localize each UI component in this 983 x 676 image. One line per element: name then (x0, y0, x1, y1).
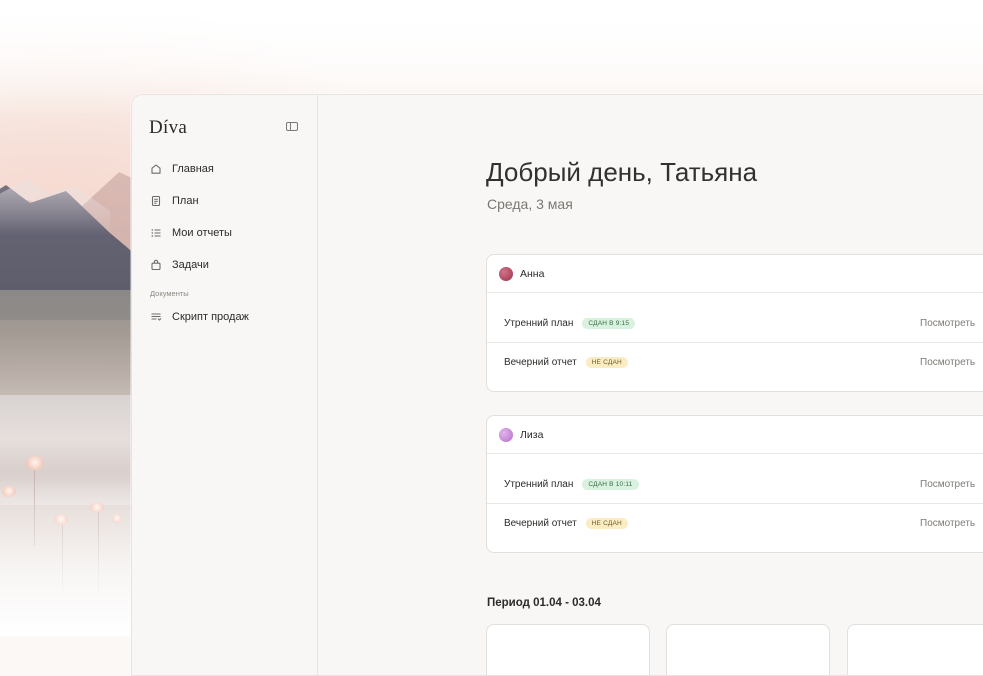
sidebar-item-tasks[interactable]: Задачи (132, 249, 317, 281)
report-label: Утренний план (504, 478, 574, 490)
report-row: Утренний план СДАН В 10:11 Посмотреть (487, 465, 983, 503)
report-row: Вечерний отчет НЕ СДАН Посмотреть (487, 503, 983, 542)
person-card-header: Анна (487, 255, 983, 293)
list-icon (150, 227, 162, 239)
document-icon (150, 195, 162, 207)
stat-card (847, 624, 983, 675)
main-content: Добрый день, Татьяна Среда, 3 мая Анна У… (318, 95, 983, 675)
sidebar-item-label: Скрипт продаж (172, 311, 249, 323)
brand-logo: Díva (149, 117, 188, 138)
report-row: Вечерний отчет НЕ СДАН Посмотреть (487, 342, 983, 381)
status-badge: НЕ СДАН (585, 517, 628, 529)
current-date: Среда, 3 мая (487, 196, 573, 212)
person-card: Анна Утренний план СДАН В 9:15 Посмотрет… (486, 254, 983, 392)
app-window: Díva Главная План Мои отчеты Задачи Доку… (131, 94, 983, 676)
sidebar-section-documents: Документы (150, 289, 189, 298)
stat-card (666, 624, 830, 675)
person-name: Анна (520, 267, 545, 280)
sidebar-item-sales-script[interactable]: Скрипт продаж (132, 301, 317, 333)
view-link[interactable]: Посмотреть (920, 357, 975, 368)
sidebar-item-plan[interactable]: План (132, 185, 317, 217)
flower (26, 456, 44, 470)
sidebar-nav: Главная План Мои отчеты Задачи Документы… (132, 153, 317, 333)
bag-icon (150, 259, 162, 271)
avatar (499, 266, 513, 281)
sidebar-item-label: План (172, 195, 199, 207)
person-name: Лиза (520, 428, 544, 441)
report-label: Вечерний отчет (504, 356, 577, 368)
period-title: Период 01.04 - 03.04 (487, 597, 601, 609)
view-link[interactable]: Посмотреть (920, 318, 975, 329)
status-badge: СДАН В 9:15 (582, 317, 636, 329)
page-title: Добрый день, Татьяна (486, 157, 758, 187)
view-link[interactable]: Посмотреть (920, 518, 975, 529)
report-row: Утренний план СДАН В 9:15 Посмотреть (487, 304, 983, 342)
sidebar-item-label: Главная (172, 163, 214, 175)
report-label: Вечерний отчет (504, 517, 577, 529)
view-link[interactable]: Посмотреть (920, 479, 975, 490)
person-card-header: Лиза (487, 416, 983, 454)
meadow (0, 290, 150, 410)
sidebar: Díva Главная План Мои отчеты Задачи Доку… (132, 95, 318, 675)
report-label: Утренний план (504, 317, 574, 329)
sidebar-item-reports[interactable]: Мои отчеты (132, 217, 317, 249)
sidebar-item-home[interactable]: Главная (132, 153, 317, 185)
stat-card (486, 624, 650, 675)
sidebar-item-label: Мои отчеты (172, 227, 232, 239)
status-badge: СДАН В 10:11 (582, 478, 639, 490)
home-icon (150, 163, 162, 175)
person-card: Лиза Утренний план СДАН В 10:11 Посмотре… (486, 415, 983, 553)
sidebar-item-label: Задачи (172, 259, 209, 271)
status-badge: НЕ СДАН (585, 356, 628, 368)
sidebar-toggle-icon[interactable] (286, 122, 298, 131)
avatar (499, 427, 513, 442)
script-icon (150, 311, 162, 323)
